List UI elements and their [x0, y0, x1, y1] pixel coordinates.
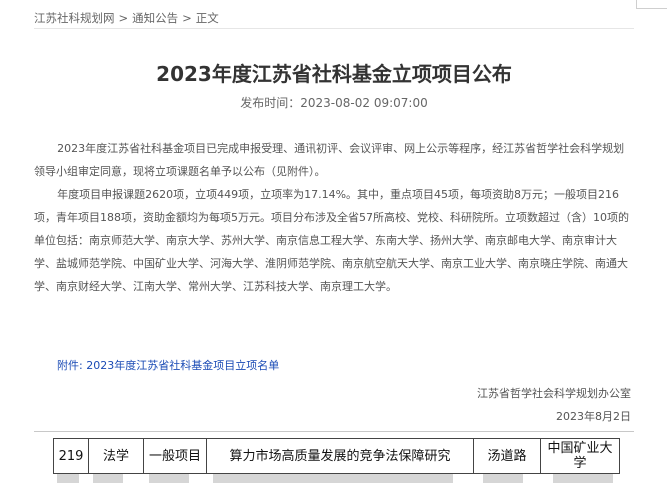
page: 江苏社科规划网 > 通知公告 > 正文 2023年度江苏省社科基金立项项目公布 发布时间… — [0, 0, 667, 483]
breadcrumb-notices-link[interactable]: 通知公告 — [132, 11, 178, 25]
next-row-partial — [53, 474, 633, 483]
header-divider — [34, 28, 634, 29]
table-row: 219 法学 一般项目 算力市场高质量发展的竞争法保障研究 汤道路 中国矿业大学 — [53, 438, 620, 474]
article-paragraph: 2023年度江苏省社科基金项目已完成申报受理、通讯初评、会议评审、网上公示等程序… — [34, 142, 625, 178]
project-table: 219 法学 一般项目 算力市场高质量发展的竞争法保障研究 汤道路 中国矿业大学 — [53, 438, 620, 474]
article-title: 2023年度江苏省社科基金立项项目公布 — [156, 62, 512, 86]
breadcrumb-separator: > — [182, 11, 192, 25]
breadcrumb-home-link[interactable]: 江苏社科规划网 — [34, 11, 115, 25]
cell-subject: 法学 — [88, 438, 144, 474]
attachment-link[interactable]: 附件: 2023年度江苏省社科基金项目立项名单 — [57, 357, 279, 373]
scroll-corner — [636, 0, 667, 9]
content-bottom-rule — [34, 431, 634, 432]
cell-unit: 中国矿业大学 — [540, 438, 620, 474]
signoff-organization: 江苏省哲学社会科学规划办公室 — [477, 387, 631, 400]
signoff-date: 2023年8月2日 — [556, 410, 631, 423]
publish-time: 发布时间：2023-08-02 09:07:00 — [240, 96, 428, 110]
cell-project-type: 一般项目 — [143, 438, 207, 474]
article-paragraph: 年度项目申报课题2620项，立项449项，立项率为17.14%。其中，重点项目4… — [34, 188, 629, 293]
breadcrumb-separator: > — [118, 11, 129, 25]
cell-leader: 汤道路 — [473, 438, 541, 474]
cell-project-title: 算力市场高质量发展的竞争法保障研究 — [206, 438, 474, 474]
cell-number: 219 — [53, 438, 89, 474]
breadcrumb-current: 正文 — [195, 11, 219, 25]
article-body: 2023年度江苏省社科基金项目已完成申报受理、通讯初评、会议评审、网上公示等程序… — [34, 137, 634, 298]
breadcrumb: 江苏社科规划网 > 通知公告 > 正文 — [34, 10, 219, 26]
